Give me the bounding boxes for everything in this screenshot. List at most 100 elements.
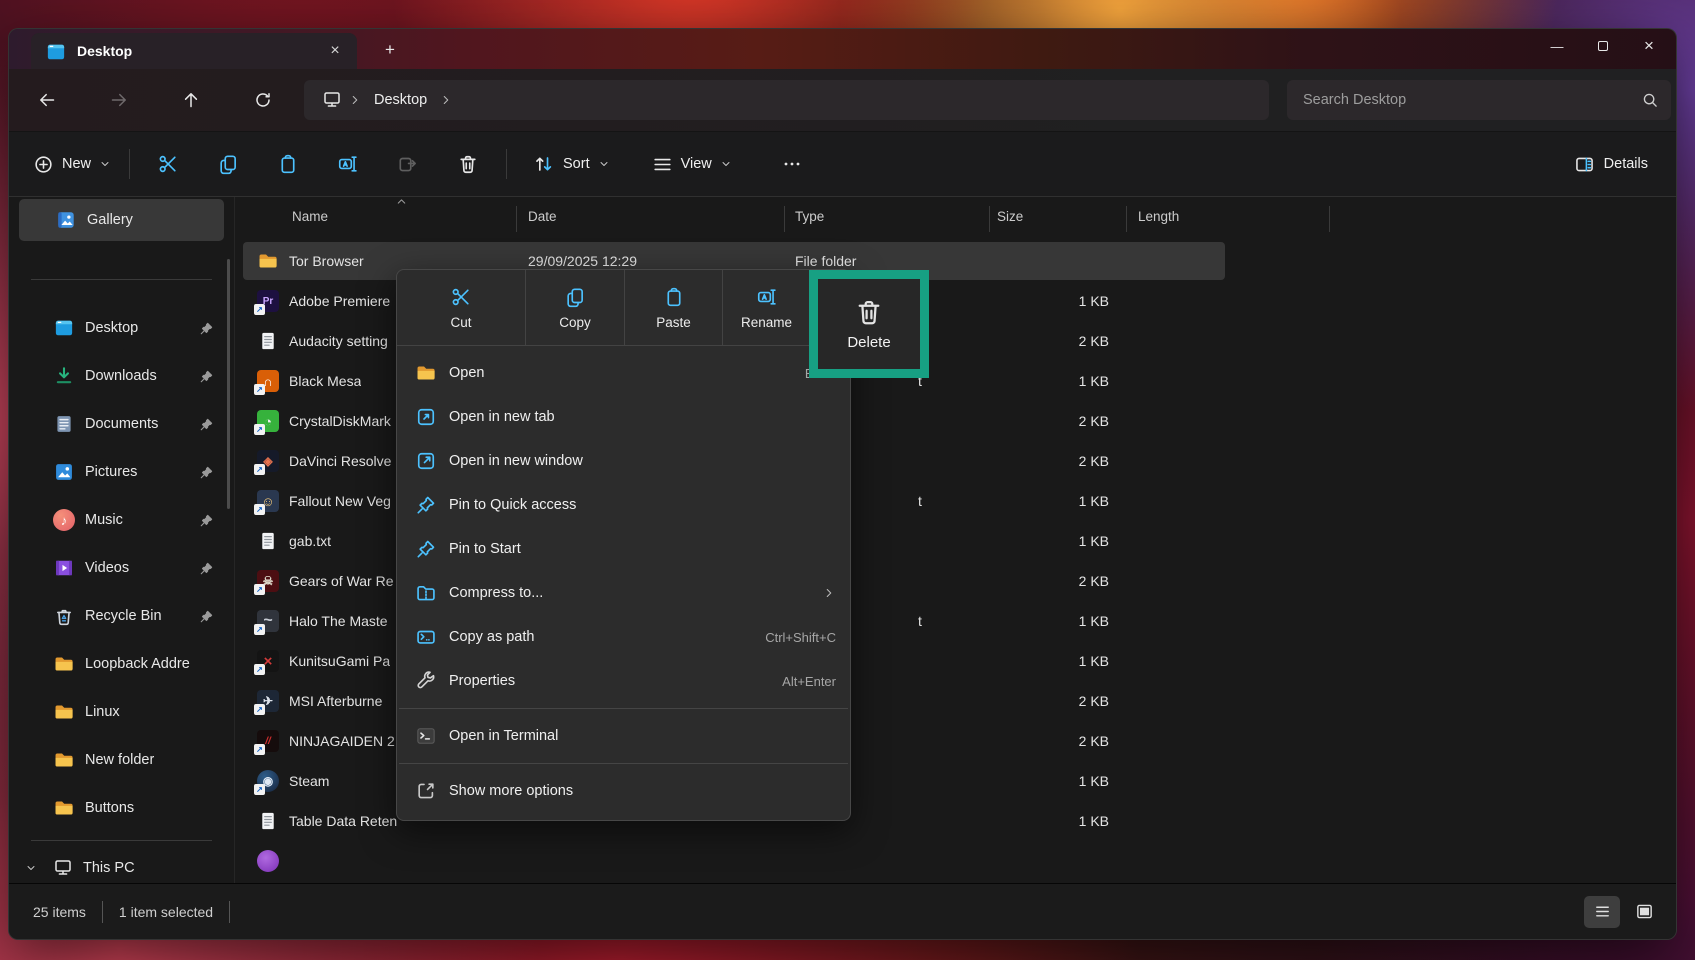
- rename-button[interactable]: [324, 144, 372, 184]
- search-input[interactable]: [1303, 92, 1641, 108]
- cut-quick-action[interactable]: Cut: [397, 270, 525, 345]
- items-count: 25 items: [33, 904, 86, 920]
- file-row[interactable]: [235, 841, 1662, 881]
- sidebar-item-linux[interactable]: Linux: [15, 692, 228, 732]
- delete-button[interactable]: [444, 144, 492, 184]
- address-bar[interactable]: Desktop: [304, 80, 1269, 120]
- column-header-type[interactable]: Type: [795, 209, 824, 224]
- menu-item-open-in-new-tab[interactable]: Open in new tab: [397, 395, 850, 439]
- premiere-icon: Pr↗: [257, 290, 279, 312]
- sidebar-item-gallery[interactable]: Gallery: [19, 199, 224, 241]
- menu-item-open-in-terminal[interactable]: Open in Terminal: [397, 714, 850, 758]
- paste-button[interactable]: [264, 144, 312, 184]
- share-button[interactable]: [384, 144, 432, 184]
- sort-button[interactable]: Sort: [523, 144, 620, 184]
- file-size: 1 KB: [989, 361, 1109, 401]
- folder-icon: [257, 250, 279, 272]
- tab-desktop[interactable]: Desktop ×: [31, 33, 357, 69]
- view-button[interactable]: View: [642, 144, 742, 184]
- menu-item-pin-to-start[interactable]: Pin to Start: [397, 527, 850, 571]
- column-separator[interactable]: [1126, 206, 1127, 232]
- column-header-name[interactable]: Name: [292, 209, 328, 224]
- thumbnail-view-toggle[interactable]: [1626, 896, 1662, 928]
- menu-item-show-more-options[interactable]: Show more options: [397, 769, 850, 813]
- folder-icon: [53, 797, 75, 819]
- sidebar-item-loopback-addre[interactable]: Loopback Addre: [15, 644, 228, 684]
- column-header-date[interactable]: Date: [528, 209, 557, 224]
- sidebar-item-music[interactable]: ♪Music: [15, 500, 228, 540]
- paste-quick-action[interactable]: Paste: [624, 270, 722, 345]
- sidebar-item-videos[interactable]: Videos: [15, 548, 228, 588]
- menu-item-label: Copy as path: [449, 629, 534, 645]
- up-button[interactable]: [173, 82, 209, 118]
- forward-button[interactable]: [101, 82, 137, 118]
- copy-quick-action[interactable]: Copy: [525, 270, 624, 345]
- tab-close-icon[interactable]: ×: [323, 39, 347, 63]
- file-size: 1 KB: [989, 641, 1109, 681]
- column-separator[interactable]: [516, 206, 517, 232]
- command-bar: New Sort View Details: [9, 131, 1676, 197]
- new-tab-button[interactable]: +: [377, 37, 403, 63]
- details-pane-icon: [1574, 154, 1595, 175]
- chevron-down-icon: [598, 158, 610, 170]
- details-view-toggle[interactable]: [1584, 896, 1620, 928]
- cut-button[interactable]: [144, 144, 192, 184]
- menu-item-properties[interactable]: PropertiesAlt+Enter: [397, 659, 850, 703]
- maximize-button[interactable]: [1580, 29, 1626, 63]
- file-size: 2 KB: [989, 401, 1109, 441]
- view-lines-icon: [652, 154, 673, 175]
- close-button[interactable]: ×: [1626, 29, 1672, 63]
- column-separator[interactable]: [784, 206, 785, 232]
- shortcut-arrow-badge: ↗: [254, 504, 265, 515]
- navigation-bar: Desktop: [9, 69, 1676, 131]
- column-header-size[interactable]: Size: [997, 209, 1023, 224]
- search-box[interactable]: [1287, 80, 1671, 120]
- menu-item-shortcut: Alt+Enter: [782, 674, 836, 689]
- rename-icon: [756, 286, 778, 308]
- downloads-icon: [53, 365, 75, 387]
- rename-quick-action[interactable]: Rename: [722, 270, 810, 345]
- sidebar-scrollbar[interactable]: [227, 259, 230, 509]
- sidebar-item-label: New folder: [85, 752, 154, 768]
- sidebar-item-downloads[interactable]: Downloads: [15, 356, 228, 396]
- copy-button[interactable]: [204, 144, 252, 184]
- menu-item-open[interactable]: OpenEnter: [397, 351, 850, 395]
- menu-item-shortcut: Ctrl+Shift+C: [765, 630, 836, 645]
- sidebar-item-documents[interactable]: Documents: [15, 404, 228, 444]
- sidebar-item-desktop[interactable]: Desktop: [15, 308, 228, 348]
- menu-item-label: Open in new tab: [449, 409, 555, 425]
- pictures-icon: [53, 461, 75, 483]
- file-name: KunitsuGami Pa: [289, 641, 390, 681]
- menu-item-pin-to-quick-access[interactable]: Pin to Quick access: [397, 483, 850, 527]
- file-name: Black Mesa: [289, 361, 361, 401]
- sidebar-item-pictures[interactable]: Pictures: [15, 452, 228, 492]
- shortcut-arrow-badge: ↗: [254, 464, 265, 475]
- new-button[interactable]: New: [23, 144, 121, 184]
- sidebar-item-new-folder[interactable]: New folder: [15, 740, 228, 780]
- sidebar-item-label: Loopback Addre: [85, 656, 190, 672]
- delete-quick-action[interactable]: Delete: [809, 270, 929, 378]
- details-pane-button[interactable]: Details: [1564, 144, 1658, 184]
- blackmesa-icon: ∩↗: [257, 370, 279, 392]
- videos-icon: [53, 557, 75, 579]
- sidebar-divider: [31, 840, 212, 841]
- see-more-button[interactable]: [768, 144, 816, 184]
- file-name: Gears of War Re: [289, 561, 394, 601]
- menu-item-open-in-new-window[interactable]: Open in new window: [397, 439, 850, 483]
- sidebar-item-this-pc[interactable]: This PC: [9, 851, 234, 885]
- column-separator[interactable]: [1329, 206, 1330, 232]
- chevron-down-icon: [720, 158, 732, 170]
- sidebar-item-buttons[interactable]: Buttons: [15, 788, 228, 828]
- toolbar-separator: [506, 149, 507, 179]
- menu-item-copy-as-path[interactable]: Copy as path Ctrl+Shift+C: [397, 615, 850, 659]
- column-header-length[interactable]: Length: [1138, 209, 1179, 224]
- breadcrumb-segment-desktop[interactable]: Desktop: [366, 88, 435, 112]
- sidebar-item-recycle-bin[interactable]: Recycle Bin: [15, 596, 228, 636]
- refresh-button[interactable]: [245, 82, 281, 118]
- minimize-button[interactable]: —: [1534, 29, 1580, 63]
- back-button[interactable]: [29, 82, 65, 118]
- sidebar-item-label: Downloads: [85, 368, 157, 384]
- menu-item-compress-to-[interactable]: Compress to...: [397, 571, 850, 615]
- column-separator[interactable]: [989, 206, 990, 232]
- breadcrumb-chevron-icon: [348, 93, 362, 107]
